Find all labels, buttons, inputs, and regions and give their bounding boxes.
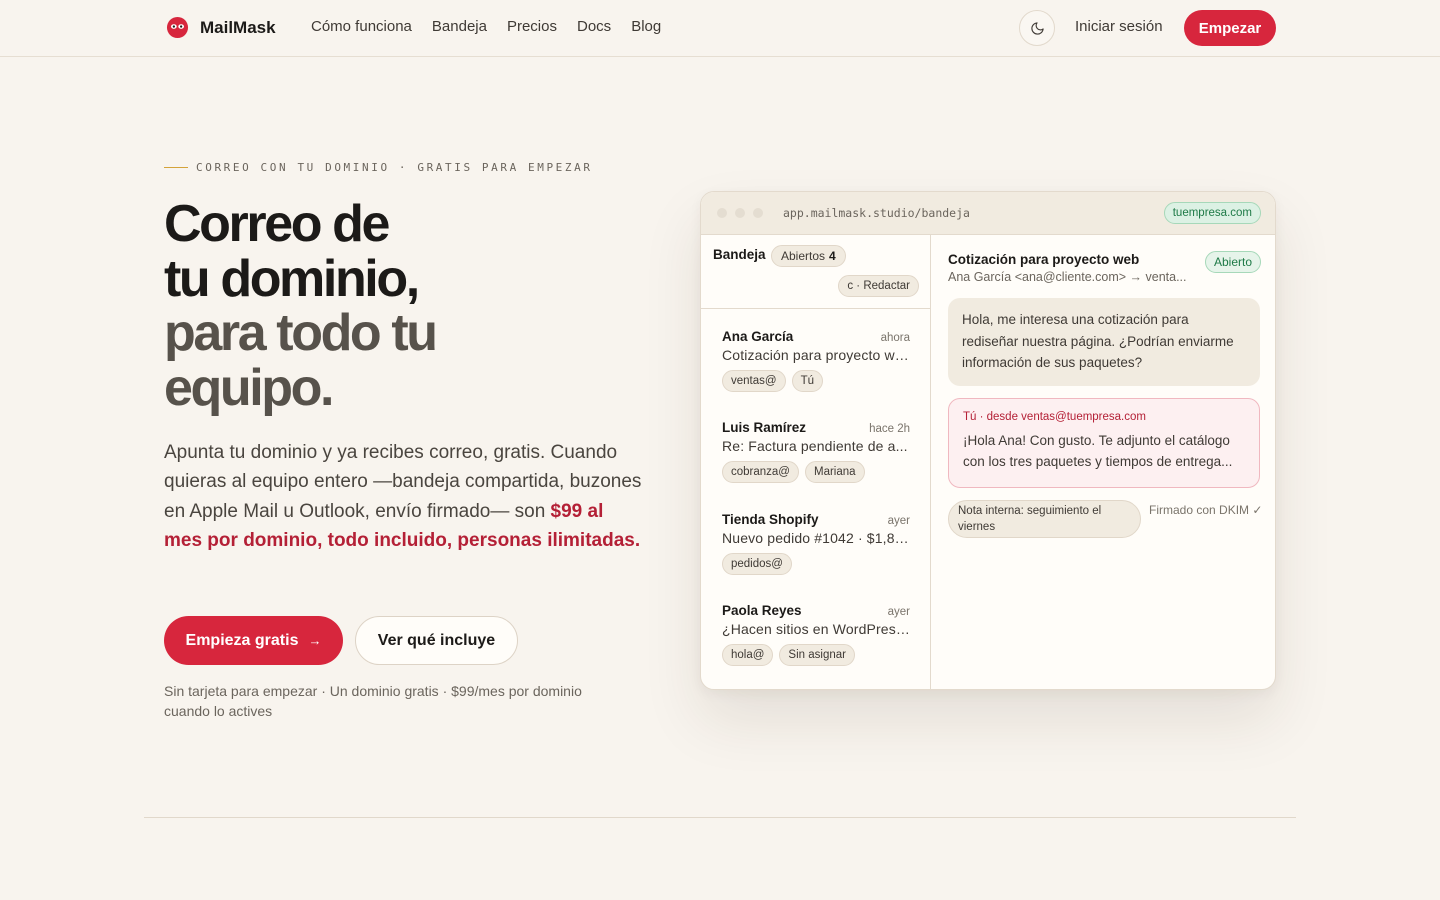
hero-lead: Apunta tu dominio y ya recibes correo, g… — [164, 438, 644, 555]
hero-headline: Correo de tu dominio, para todo tu equip… — [164, 197, 644, 415]
app-url: app.mailmask.studio/bandeja — [783, 206, 970, 220]
window-dot-icon — [735, 208, 745, 218]
reply-body: ¡Hola Ana! Con gusto. Te adjunto el catá… — [963, 433, 1233, 469]
window-dot-icon — [753, 208, 763, 218]
message-sender: Luis Ramírez — [722, 420, 807, 435]
browser-bar: app.mailmask.studio/bandeja tuempresa.co… — [701, 192, 1275, 235]
open-count: 4 — [829, 249, 836, 263]
list-item[interactable]: Paola Reyes ayer ¿Hacen sitios en WordPr… — [722, 603, 910, 666]
detail-subject: Cotización para proyecto web — [948, 252, 1140, 267]
headline-line-1: Correo de — [164, 195, 390, 253]
message-tag: hola@ — [722, 644, 774, 666]
message-subject: Nuevo pedido #1042 · $1,890 — [722, 530, 910, 546]
message-subject: Cotización para proyecto web — [722, 347, 910, 363]
list-item[interactable]: Ana García ahora Cotización para proyect… — [722, 329, 910, 392]
reply-message: Tú · desde ventas@tuempresa.com ¡Hola An… — [948, 398, 1260, 488]
hero-fineprint: Sin tarjeta para empezar · Un dominio gr… — [164, 683, 582, 719]
nav-link-docs[interactable]: Docs — [577, 18, 611, 35]
message-time: ayer — [887, 515, 910, 527]
internal-note-chip: Nota interna: seguimiento el viernes — [948, 500, 1141, 538]
open-filter-chip[interactable]: Abiertos 4 — [771, 245, 846, 267]
nav-link-como-funciona[interactable]: Cómo funciona — [311, 18, 412, 35]
nav-links: Cómo funciona Bandeja Precios Docs Blog — [311, 18, 661, 35]
arrow-right-icon: → — [308, 633, 322, 648]
incoming-message: Hola, me interesa una cotización para re… — [948, 298, 1260, 386]
nav-link-bandeja[interactable]: Bandeja — [432, 18, 487, 35]
message-tag: pedidos@ — [722, 553, 792, 575]
list-item[interactable]: Tienda Shopify ayer Nuevo pedido #1042 ·… — [722, 512, 910, 575]
brand-name: MailMask — [200, 17, 276, 37]
hero-eyebrow: CORREO CON TU DOMINIO · GRATIS PARA EMPE… — [164, 161, 593, 174]
dkim-status: Firmado con DKIM ✓ — [1149, 503, 1263, 517]
moon-icon — [1030, 21, 1044, 35]
inbox-pane: Bandeja Abiertos 4 c · Redactar Ana Garc… — [701, 235, 931, 689]
message-sender: Paola Reyes — [722, 603, 802, 618]
section-divider — [144, 817, 1296, 818]
nav-link-precios[interactable]: Precios — [507, 18, 557, 35]
headline-line-3: para todo tu — [164, 304, 438, 362]
message-tag: ventas@ — [722, 370, 786, 392]
message-tag: Sin asignar — [779, 644, 855, 666]
brand-logo[interactable]: MailMask — [166, 16, 276, 39]
message-tag: cobranza@ — [722, 461, 799, 483]
inbox-header: Bandeja Abiertos 4 c · Redactar — [701, 235, 931, 309]
window-dot-icon — [717, 208, 727, 218]
message-time: ayer — [887, 606, 910, 618]
domain-badge: tuempresa.com — [1163, 202, 1261, 224]
headline-line-2: tu dominio, — [164, 249, 420, 308]
detail-from: Ana García <ana@cliente.com> → venta... — [948, 270, 1187, 284]
list-item[interactable]: Luis Ramírez hace 2h Re: Factura pendien… — [722, 420, 910, 483]
message-time: hace 2h — [869, 423, 910, 435]
message-tag: Tú — [791, 370, 823, 392]
message-tag: Mariana — [804, 461, 865, 483]
empieza-gratis-button[interactable]: Empieza gratis → — [164, 616, 343, 665]
nav-link-blog[interactable]: Blog — [631, 18, 661, 35]
ver-que-incluye-button[interactable]: Ver qué incluye — [355, 616, 518, 665]
headline-line-4: equipo. — [164, 358, 334, 417]
message-detail-pane: Cotización para proyecto web Ana García … — [932, 235, 1275, 689]
open-label: Abiertos — [781, 249, 826, 263]
mask-logo-icon — [166, 16, 189, 39]
message-sender: Ana García — [722, 329, 794, 344]
message-time: ahora — [880, 332, 910, 344]
inbox-title: Bandeja — [713, 247, 766, 262]
theme-toggle-button[interactable] — [1019, 10, 1055, 46]
primary-cta-label: Empieza gratis — [185, 631, 299, 649]
message-subject: ¿Hacen sitios en WordPress? — [722, 621, 910, 637]
status-badge[interactable]: Abierto — [1204, 251, 1261, 273]
reply-header: Tú · desde ventas@tuempresa.com — [963, 411, 1146, 423]
lead-end: . — [634, 529, 641, 551]
top-navigation: MailMask Cómo funciona Bandeja Precios D… — [0, 0, 1440, 57]
login-link[interactable]: Iniciar sesión — [1075, 18, 1163, 35]
eyebrow-text: CORREO CON TU DOMINIO · GRATIS PARA EMPE… — [196, 161, 593, 174]
app-preview-window: app.mailmask.studio/bandeja tuempresa.co… — [700, 191, 1276, 690]
compose-button[interactable]: c · Redactar — [838, 275, 919, 297]
message-sender: Tienda Shopify — [722, 512, 819, 527]
start-button[interactable]: Empezar — [1184, 10, 1276, 46]
message-subject: Re: Factura pendiente de a... — [722, 438, 908, 454]
eyebrow-rule — [164, 167, 188, 168]
